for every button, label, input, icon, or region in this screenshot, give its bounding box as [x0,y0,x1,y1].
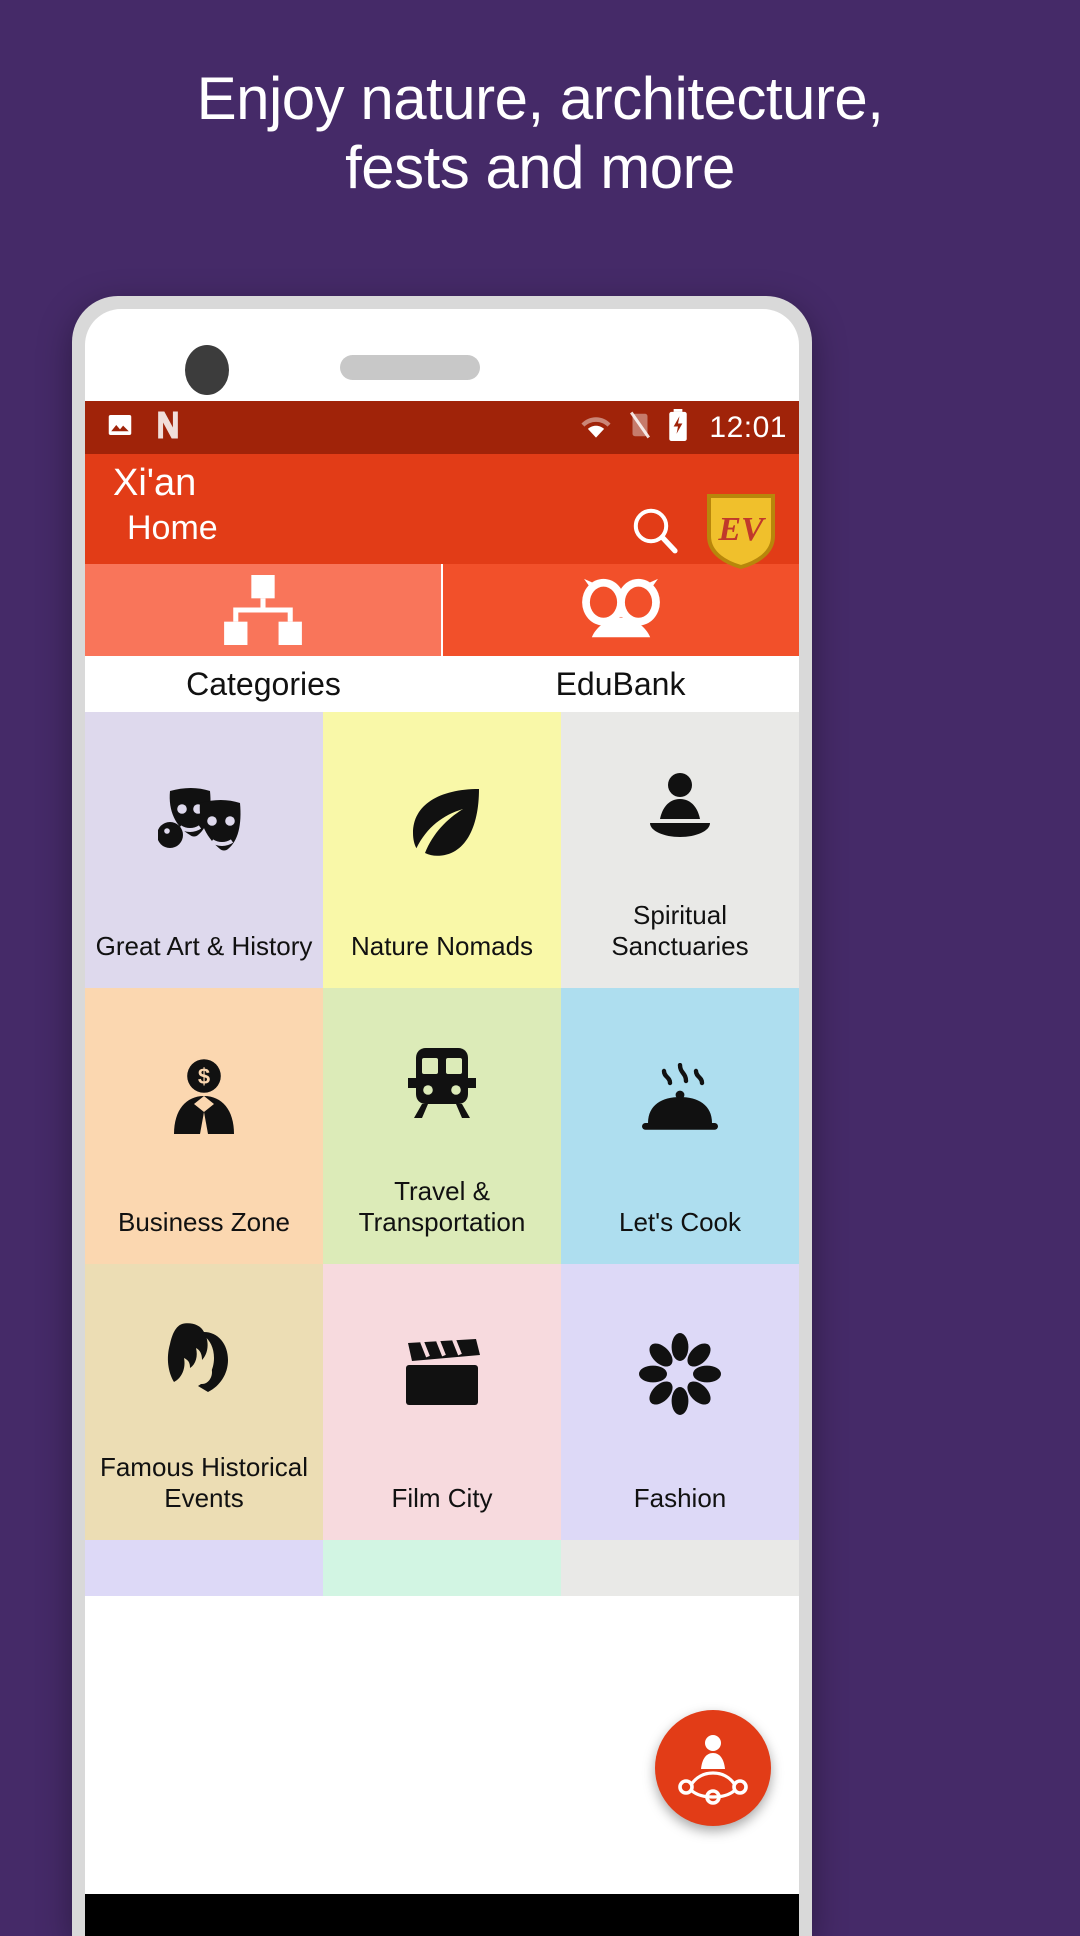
svg-text:$: $ [198,1064,210,1089]
owl-icon [573,575,669,645]
clapperboard-icon [323,1264,561,1483]
category-tile-label: Film City [391,1483,493,1513]
signal-off-icon [627,410,653,445]
category-tile-lets-cook[interactable]: Let's Cook [561,988,799,1264]
tab-label-bar: Categories EduBank [85,656,799,712]
tab-label-edubank[interactable]: EduBank [442,656,799,712]
phone-screen-bezel: 12:01 Xi'an Home EV Categories EduBank G… [85,309,799,1936]
ev-shield-logo[interactable]: EV [705,492,777,570]
battery-charging-icon [667,409,689,446]
category-tile-great-art-history[interactable]: Great Art & History [85,712,323,988]
sitemap-icon [220,575,306,645]
category-tile-label: Business Zone [118,1207,290,1237]
category-tile-partial-3[interactable] [561,1540,799,1596]
nova-launcher-icon [153,409,183,446]
category-tile-nature-nomads[interactable]: Nature Nomads [323,712,561,988]
category-tile-film-city[interactable]: Film City [323,1264,561,1540]
status-bar: 12:01 [85,401,799,454]
category-tile-partial-2[interactable] [323,1540,561,1596]
category-tile-label: Nature Nomads [350,931,534,961]
tab-bar [85,564,799,656]
android-navigation-bar [85,1894,799,1936]
status-bar-left-icons [105,409,183,446]
earpiece-speaker-icon [340,355,480,380]
promo-headline: Enjoy nature, architecture, fests and mo… [0,64,1080,202]
app-bar-section-title: Home [127,509,218,547]
category-tile-label: Spiritual Sanctuaries [611,900,749,961]
search-icon[interactable] [629,504,681,556]
front-camera-icon [185,345,229,395]
headline-line-2: fests and more [345,134,735,201]
people-network-icon [678,1735,748,1805]
app-bar: Xi'an Home EV [85,454,799,570]
tab-label-categories[interactable]: Categories [85,656,442,712]
category-tile-label: Famous Historical Events [99,1452,309,1513]
flower-icon [561,1264,799,1483]
category-tile-label: Great Art & History [95,931,313,961]
app-screen: 12:01 Xi'an Home EV Categories EduBank G… [85,401,799,1936]
leaf-icon [323,712,561,931]
category-tile-famous-historical-events[interactable]: Famous Historical Events [85,1264,323,1540]
tab-edubank[interactable] [441,564,799,656]
headline-line-1: Enjoy nature, architecture, [196,65,884,132]
buddha-icon [561,712,799,900]
category-tile-spiritual-sanctuaries[interactable]: Spiritual Sanctuaries [561,712,799,988]
app-bar-city-title: Xi'an [113,462,197,504]
status-bar-clock: 12:01 [709,410,787,444]
cloche-icon [561,988,799,1207]
category-tile-business-zone[interactable]: $ Business Zone [85,988,323,1264]
category-tile-travel-transportation[interactable]: Travel & Transportation [323,988,561,1264]
category-tile-fashion[interactable]: Fashion [561,1264,799,1540]
category-tile-partial-1[interactable] [85,1540,323,1596]
businessman-icon: $ [85,988,323,1207]
phone-mockup: 12:01 Xi'an Home EV Categories EduBank G… [72,296,812,1936]
photo-icon [105,410,135,445]
train-icon [323,988,561,1176]
category-tile-label: Fashion [633,1483,727,1513]
theater-masks-icon [85,712,323,931]
category-tile-label: Let's Cook [618,1207,742,1237]
people-network-fab[interactable] [655,1710,771,1826]
status-bar-right-icons: 12:01 [579,409,787,446]
category-tile-label: Travel & Transportation [358,1176,526,1237]
wifi-icon [579,411,613,444]
spartan-helmet-icon [85,1264,323,1452]
tab-categories[interactable] [85,564,441,656]
ev-logo-text: EV [717,511,766,548]
category-grid: Great Art & History Nature Nomads Spirit… [85,712,799,1596]
